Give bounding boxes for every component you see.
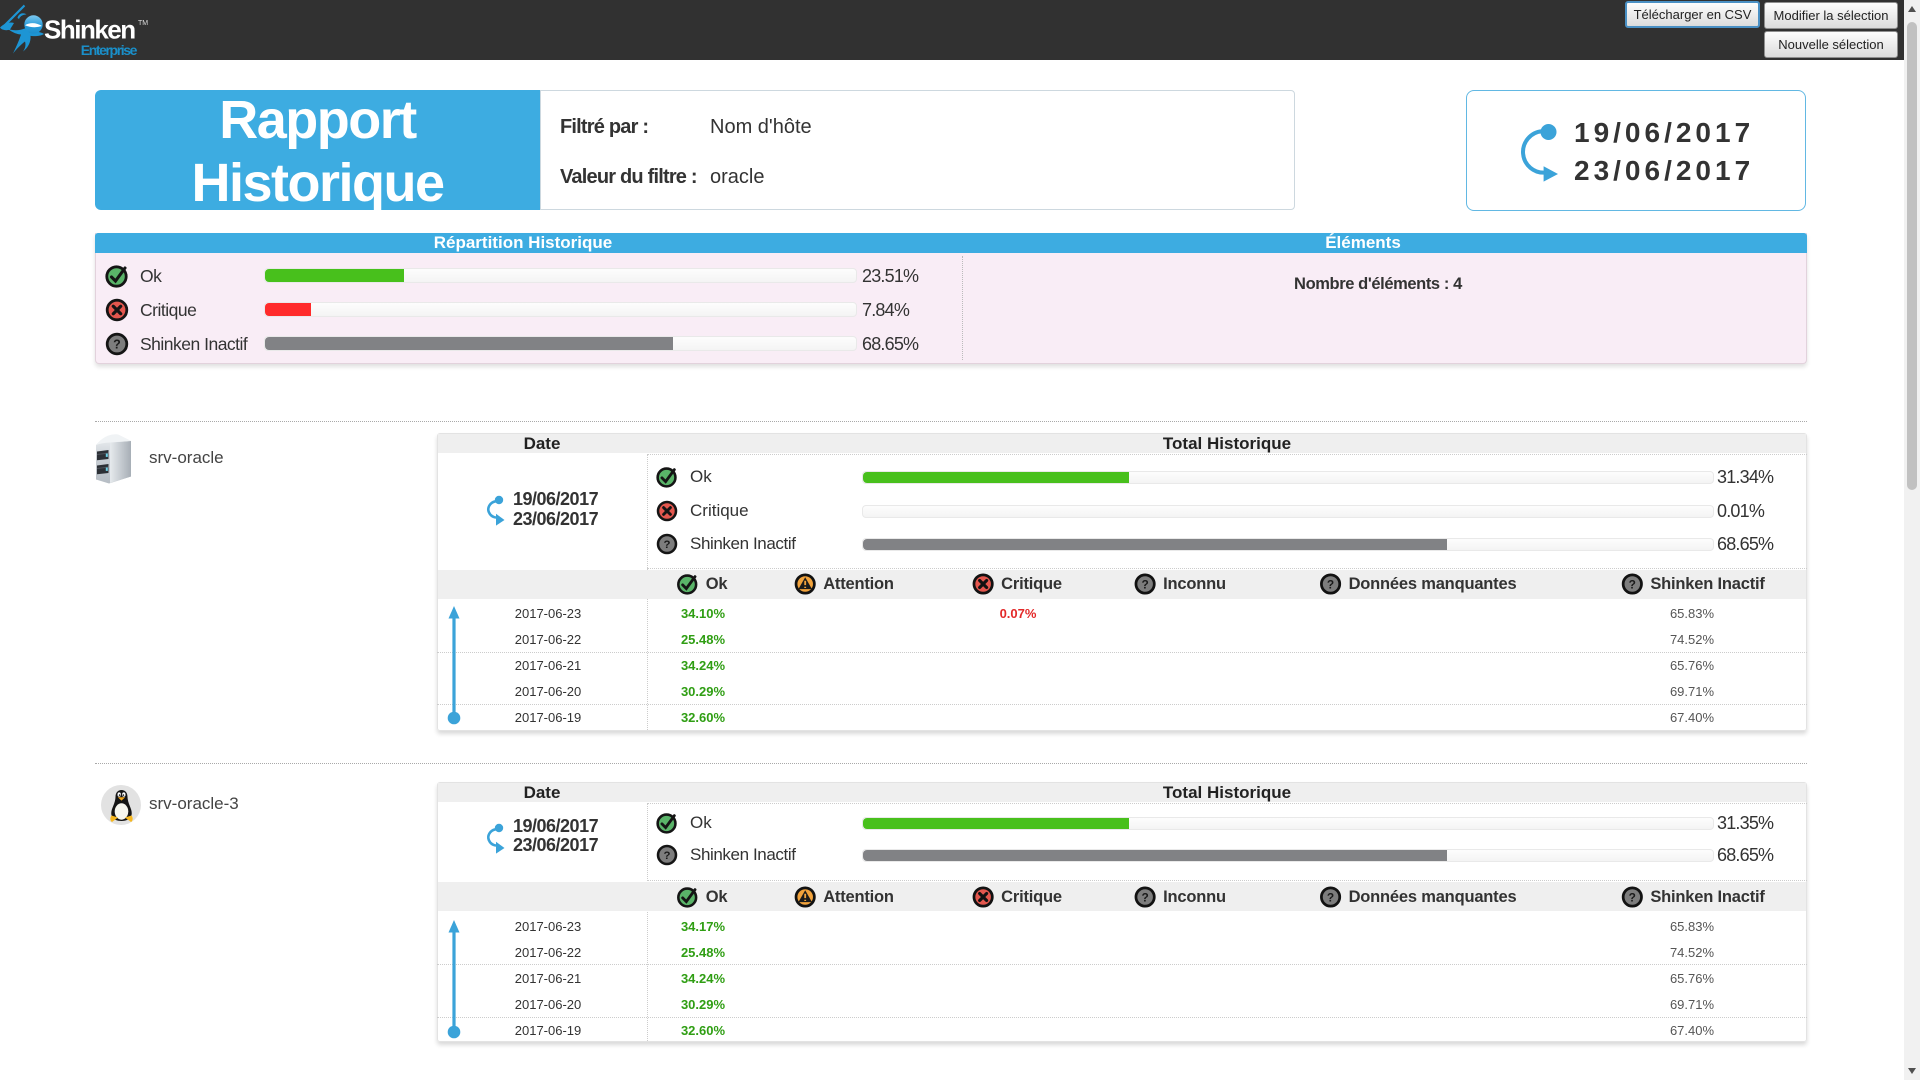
svg-text:?: ?: [664, 539, 671, 551]
svg-text:?: ?: [1327, 891, 1334, 905]
svg-text:?: ?: [664, 850, 671, 862]
svg-text:Shinken: Shinken: [44, 15, 135, 45]
svg-text:?: ?: [1327, 578, 1334, 592]
svg-text:?: ?: [1629, 891, 1636, 905]
svg-text:?: ?: [113, 338, 121, 352]
svg-text:?: ?: [1141, 891, 1148, 905]
svg-text:?: ?: [1629, 578, 1636, 592]
svg-text:?: ?: [1141, 578, 1148, 592]
svg-text:Enterprise: Enterprise: [81, 42, 138, 58]
svg-text:TM: TM: [138, 20, 148, 27]
